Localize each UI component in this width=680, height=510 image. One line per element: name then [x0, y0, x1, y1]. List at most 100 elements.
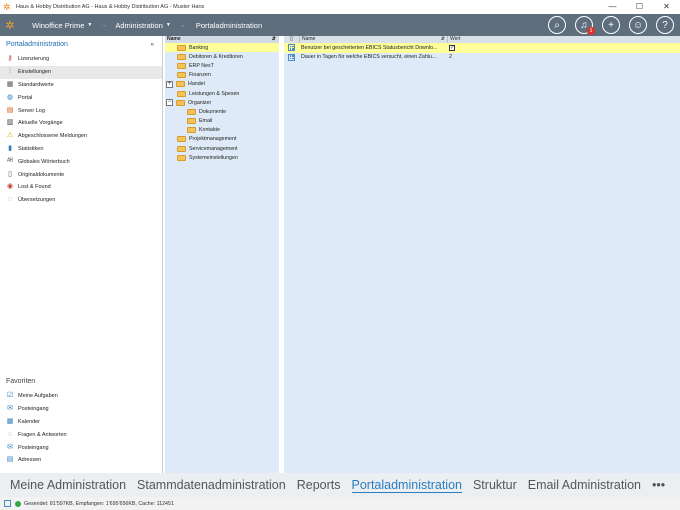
sidebar-item[interactable]: ◌ Fragen & Antworten — [0, 428, 163, 441]
maximize-button[interactable]: ☐ — [626, 0, 653, 14]
sidebar-item[interactable]: ▥ Aktuelle Vorgänge — [0, 117, 162, 130]
module-tab[interactable]: Stammdatenadministration — [137, 478, 286, 492]
collapse-icon[interactable]: − — [166, 99, 173, 107]
folder-icon — [177, 44, 186, 51]
tree-column-header[interactable]: Name ⇵ — [165, 36, 279, 43]
sidebar-item[interactable]: ▯ Originaldokumente — [0, 168, 162, 181]
window-controls: — ☐ ✕ — [599, 0, 680, 14]
module-tab[interactable]: Meine Administration — [10, 478, 126, 492]
sidebar-item[interactable]: ⫶ Einstellungen — [0, 65, 162, 79]
sidebar-item[interactable]: ◍ Portal — [0, 91, 162, 104]
sidebar-nav: ⚷ Lizenzierung ⫶ Einstellungen ▦ Standardwert… — [0, 53, 162, 207]
tree-node[interactable]: − Organizer — [165, 98, 279, 107]
folder-icon — [187, 118, 196, 125]
tree-node[interactable]: + Handel — [165, 80, 279, 89]
grid-header-value[interactable]: Wert — [447, 36, 680, 43]
calendar-icon: ▦ — [6, 417, 14, 425]
top-navbar: ✲ Winoffice Prime ▼ → Administration ▼ →… — [0, 14, 680, 36]
grid-header-name[interactable]: Name ⇵ — [299, 36, 447, 43]
tree-node[interactable]: Banking — [165, 43, 279, 53]
app-menu[interactable]: Winoffice Prime ▼ — [32, 21, 92, 30]
sidebar-item[interactable]: ▦ Standardwerte — [0, 79, 162, 92]
grid-row[interactable]: Benutzer bei gescheiterten EBICS Statusb… — [284, 43, 680, 53]
minimize-button[interactable]: — — [599, 0, 626, 14]
grid-cell-value[interactable]: 2 — [447, 54, 680, 60]
folder-icon — [187, 108, 196, 115]
app-menu-label: Winoffice Prime — [32, 20, 85, 30]
sidebar-item-label: Abgeschlossene Meldungen — [18, 133, 88, 140]
folder-icon — [187, 127, 196, 134]
sidebar-item-label: Kalender — [18, 418, 41, 425]
sidebar-item[interactable]: ◉ Lost & Found — [0, 181, 162, 194]
module-tab[interactable]: Email Administration — [528, 478, 641, 492]
sort-icon[interactable]: ⇵ — [441, 36, 445, 43]
tree-node[interactable]: Finanzen — [165, 71, 279, 80]
sidebar-item[interactable]: ◌ Übersetzungen — [0, 194, 162, 207]
tree-node-label: Banking — [189, 44, 209, 51]
warning-icon: ⚠ — [6, 132, 14, 140]
module-tab[interactable]: Struktur — [473, 478, 517, 492]
tree-node-label: Finanzen — [189, 72, 211, 79]
folder-icon — [177, 145, 186, 152]
status-bar: Gesendet: 81'597KB, Empfangen: 1'695'656… — [0, 497, 680, 510]
sidebar-item[interactable]: ᴬᴮ Globales Wörterbuch — [0, 155, 162, 168]
sidebar-item[interactable]: ☑ Meine Aufgaben — [0, 390, 163, 403]
tree-node[interactable]: Email — [165, 117, 279, 126]
tree-node-label: Organizer — [188, 99, 212, 106]
user-icon[interactable]: ☺ — [629, 16, 647, 34]
tree-node[interactable]: Systemeinstellungen — [165, 153, 279, 162]
sidebar-item[interactable]: ▤ Adressen — [0, 454, 163, 467]
chevron-down-icon: ▼ — [165, 22, 171, 28]
admin-menu-label: Administration — [115, 20, 163, 30]
sidebar-item-label: Globales Wörterbuch — [18, 158, 70, 165]
module-tab[interactable]: Portaladministration — [351, 478, 462, 493]
grid-row[interactable]: Dauer in Tagen für welche EBICS versucht… — [284, 53, 680, 63]
row-type-cell — [284, 44, 299, 52]
admin-menu[interactable]: Administration ▼ — [115, 21, 170, 30]
folder-icon — [177, 62, 186, 69]
sidebar-item[interactable]: ▤ Server Log — [0, 104, 162, 117]
settings-grid: ▯ Name ⇵ Wert Benutzer bei gescheiterten… — [284, 36, 680, 473]
folder-icon — [176, 99, 185, 106]
sidebar-item[interactable]: ⚷ Lizenzierung — [0, 53, 162, 66]
close-button[interactable]: ✕ — [653, 0, 680, 14]
tree-node[interactable]: Debitoren & Kreditoren — [165, 52, 279, 61]
tree-node[interactable]: Servicemanagement — [165, 144, 279, 153]
tree-node-label: Projektmanagement — [189, 136, 237, 143]
tree-node[interactable]: Projektmanagement — [165, 135, 279, 144]
module-tab[interactable]: Reports — [297, 478, 341, 492]
grid-cell-value[interactable]: ✓ — [447, 44, 680, 51]
more-modules-button[interactable]: ••• — [652, 478, 665, 492]
document-icon: ▯ — [8, 170, 12, 178]
collapse-sidebar-button[interactable]: « — [151, 42, 154, 48]
app-logo-icon[interactable]: ✲ — [0, 14, 20, 36]
sidebar-item[interactable]: ▮ Statistiken — [0, 143, 162, 156]
sidebar-item[interactable]: ✉ Posteingang — [0, 403, 163, 416]
bell-icon[interactable]: ♫ 1 — [575, 16, 595, 35]
arrow-right-icon: → — [178, 21, 186, 29]
favorites-list: ☑ Meine Aufgaben ✉ Posteingang ▦ Kalender ◌ Fra… — [0, 390, 163, 467]
abc-icon: ᴬᴮ — [6, 157, 14, 165]
sidebar-item[interactable]: ⚠ Abgeschlossene Meldungen — [0, 130, 162, 143]
folder-icon — [177, 53, 186, 60]
status-window-icon[interactable] — [4, 500, 11, 507]
expand-icon[interactable]: + — [166, 80, 173, 88]
sidebar-item[interactable]: ▦ Kalender — [0, 416, 163, 429]
grid-header-name-label: Name — [302, 36, 316, 42]
sort-icon[interactable]: ⇵ — [272, 36, 276, 43]
help-icon[interactable]: ? — [656, 16, 674, 34]
search-icon[interactable]: ⌕ — [548, 16, 566, 34]
folder-icon — [177, 136, 186, 143]
connection-status-icon — [15, 500, 21, 507]
tree-node[interactable]: ERP NexT — [165, 61, 279, 70]
checkbox[interactable]: ✓ — [449, 44, 455, 51]
inbox-icon: ✉ — [7, 405, 13, 413]
lifebuoy-icon: ◉ — [6, 183, 14, 191]
chevron-down-icon: ▼ — [87, 22, 93, 28]
tree-node[interactable]: Leistungen & Spesen — [165, 89, 279, 98]
tree-node[interactable]: Dokumente — [165, 107, 279, 116]
sidebar-item[interactable]: ✉ Posteingang — [0, 441, 163, 454]
plus-icon[interactable]: + — [602, 16, 620, 34]
navbar-actions: ⌕ ♫ 1 + ☺ ? — [539, 16, 674, 35]
tree-node[interactable]: Kontakte — [165, 126, 279, 135]
